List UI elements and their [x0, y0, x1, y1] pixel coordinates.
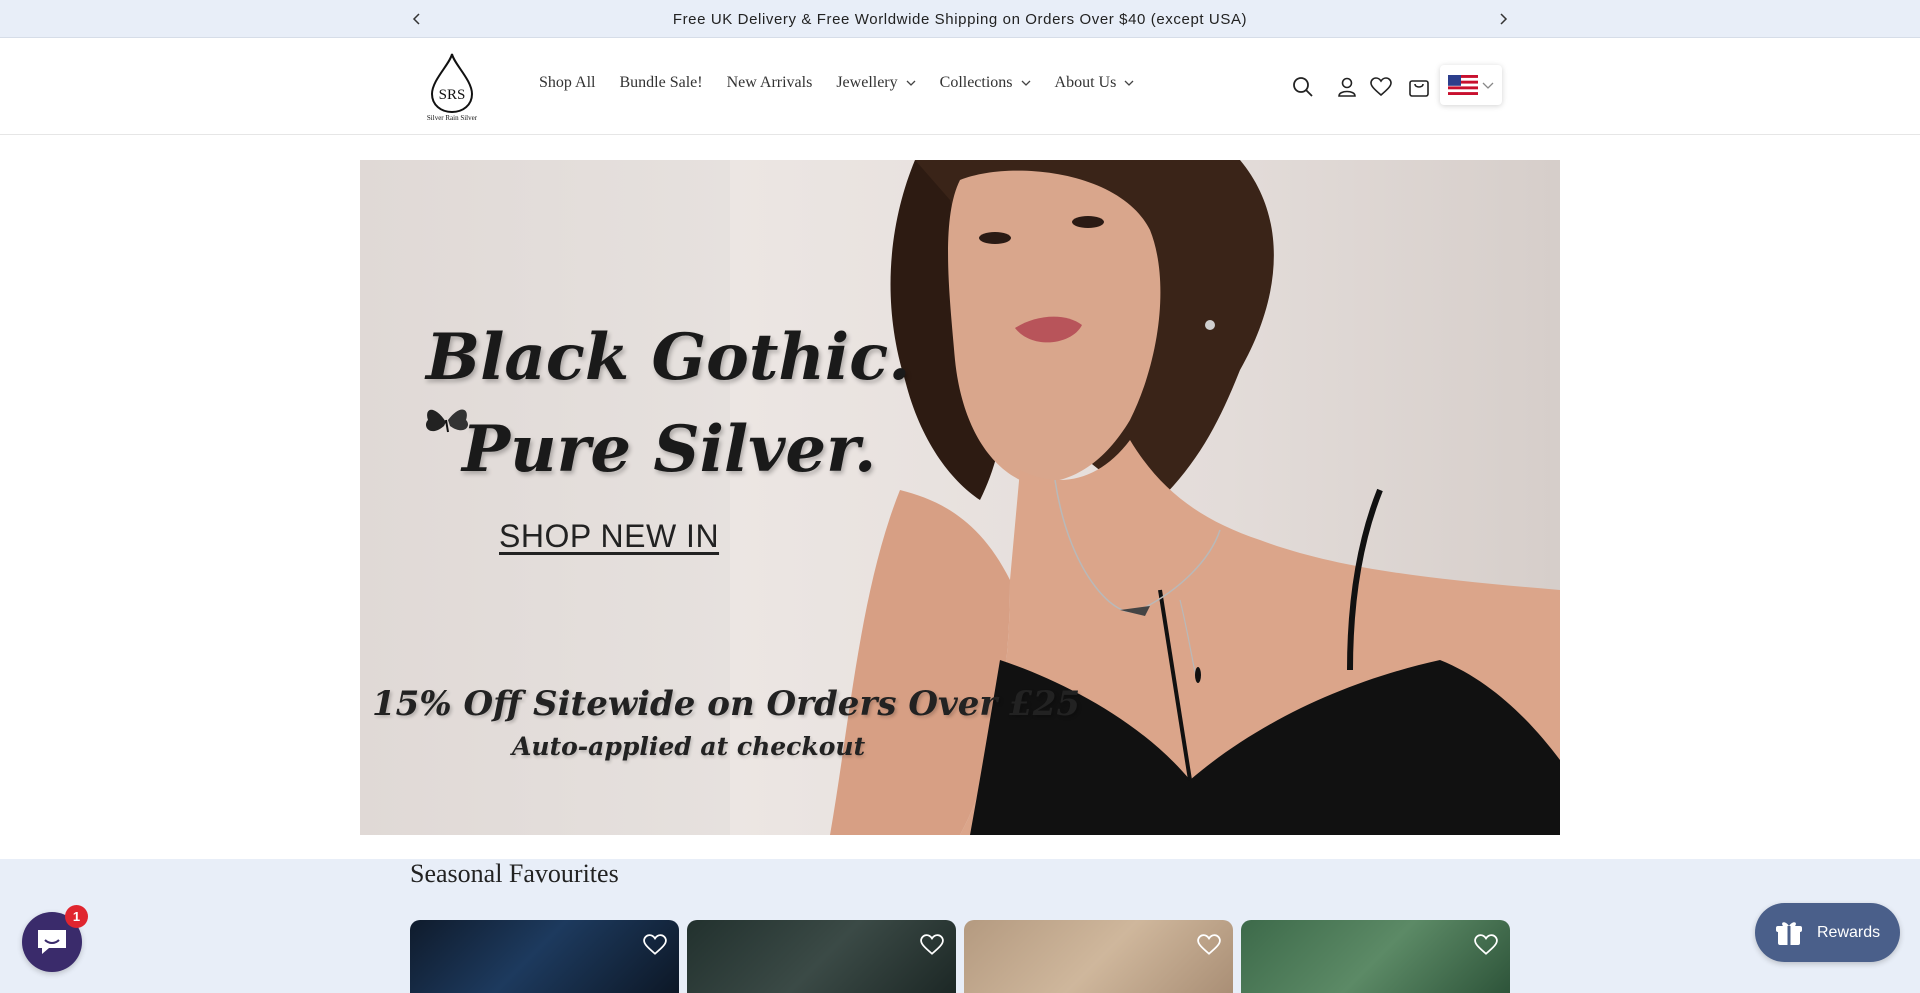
cart-icon — [1409, 80, 1429, 97]
hero-line-2: Pure Silver. — [462, 412, 877, 487]
nav-label: About Us — [1054, 74, 1117, 91]
nav-shop-all[interactable]: Shop All — [539, 74, 595, 92]
gift-icon — [1776, 921, 1802, 945]
product-card[interactable] — [410, 920, 679, 993]
heart-icon — [920, 934, 944, 955]
chat-bubble-icon — [38, 930, 66, 954]
wishlist-heart-button[interactable] — [920, 934, 944, 956]
wishlist-heart-button[interactable] — [1474, 934, 1498, 956]
country-selector[interactable] — [1440, 65, 1502, 105]
chevron-down-icon — [1482, 82, 1494, 89]
announcement-next-button[interactable] — [1492, 8, 1514, 30]
rewards-button[interactable]: Rewards — [1755, 903, 1900, 962]
wishlist-heart-button[interactable] — [643, 934, 667, 956]
nav-label: Jewellery — [836, 74, 898, 91]
chevron-down-icon — [1021, 78, 1031, 88]
chat-unread-badge: 1 — [65, 905, 88, 928]
nav-label: Collections — [939, 74, 1013, 91]
wishlist-button[interactable] — [1368, 74, 1394, 100]
us-flag-icon — [1448, 75, 1478, 95]
heart-icon — [1474, 934, 1498, 955]
chevron-right-icon — [1500, 13, 1508, 25]
announcement-text: Free UK Delivery & Free Worldwide Shippi… — [672, 11, 1248, 28]
seasonal-favourites-section: Seasonal Favourites — [0, 859, 1920, 993]
chevron-down-icon — [1124, 78, 1134, 88]
nav-label: New Arrivals — [726, 74, 813, 91]
rewards-label: Rewards — [1817, 923, 1881, 941]
site-logo[interactable]: SRS Silver Rain Silver — [420, 52, 484, 124]
account-button[interactable] — [1334, 74, 1360, 100]
nav-about-us[interactable]: About Us — [1055, 74, 1135, 92]
hero-line-1: Black Gothic. — [426, 320, 911, 395]
wishlist-icon — [1370, 77, 1392, 97]
search-button[interactable] — [1290, 74, 1316, 100]
search-icon — [1293, 77, 1313, 97]
nav-bundle-sale[interactable]: Bundle Sale! — [619, 74, 702, 92]
nav-label: Bundle Sale! — [619, 74, 703, 91]
cart-button[interactable] — [1406, 74, 1432, 100]
chevron-down-icon — [906, 78, 916, 88]
site-header: SRS Silver Rain Silver Shop All Bundle S… — [0, 38, 1920, 135]
account-icon — [1338, 77, 1356, 97]
product-card[interactable] — [687, 920, 956, 993]
main-nav: Shop All Bundle Sale! New Arrivals Jewel… — [539, 74, 1158, 92]
hero-banner[interactable]: Black Gothic. Pure Silver. SHOP NEW IN 1… — [360, 160, 1560, 835]
nav-jewellery[interactable]: Jewellery — [836, 74, 916, 92]
wishlist-heart-button[interactable] — [1197, 934, 1221, 956]
promo-text: 15% Off Sitewide on Orders Over £25 — [372, 684, 1081, 724]
promo-subtext: Auto-applied at checkout — [512, 732, 866, 761]
section-title: Seasonal Favourites — [410, 859, 619, 888]
heart-icon — [643, 934, 667, 955]
announcement-bar: Free UK Delivery & Free Worldwide Shippi… — [0, 0, 1920, 38]
heart-icon — [1197, 934, 1221, 955]
shop-new-in-link[interactable]: SHOP NEW IN — [499, 518, 719, 555]
nav-collections[interactable]: Collections — [940, 74, 1031, 92]
logo-monogram: SRS — [439, 87, 466, 103]
product-card[interactable] — [964, 920, 1233, 993]
nav-label: Shop All — [539, 74, 596, 91]
logo-text: Silver Rain Silver — [426, 114, 478, 122]
nav-new-arrivals[interactable]: New Arrivals — [727, 74, 813, 92]
logo-drop-icon: SRS — [430, 53, 474, 114]
product-card[interactable] — [1241, 920, 1510, 993]
